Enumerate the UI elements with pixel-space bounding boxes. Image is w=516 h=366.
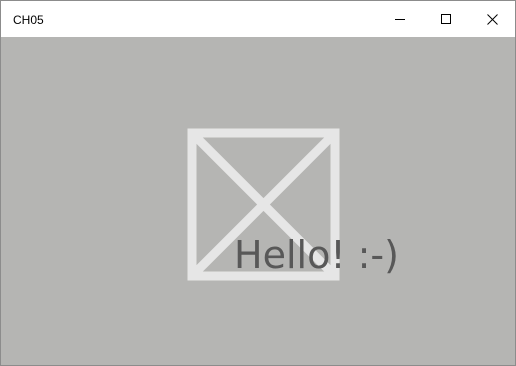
minimize-button[interactable] xyxy=(377,1,423,37)
close-icon xyxy=(486,13,498,25)
minimize-icon xyxy=(395,19,405,20)
maximize-icon xyxy=(441,14,451,24)
greeting-text: Hello! :-) xyxy=(234,233,399,277)
close-button[interactable] xyxy=(469,1,515,37)
title-bar[interactable]: CH05 xyxy=(1,1,515,37)
window-title: CH05 xyxy=(13,13,44,27)
app-window: CH05 Hello! :-) xyxy=(0,0,516,366)
client-area: Hello! :-) xyxy=(1,37,515,365)
maximize-button[interactable] xyxy=(423,1,469,37)
